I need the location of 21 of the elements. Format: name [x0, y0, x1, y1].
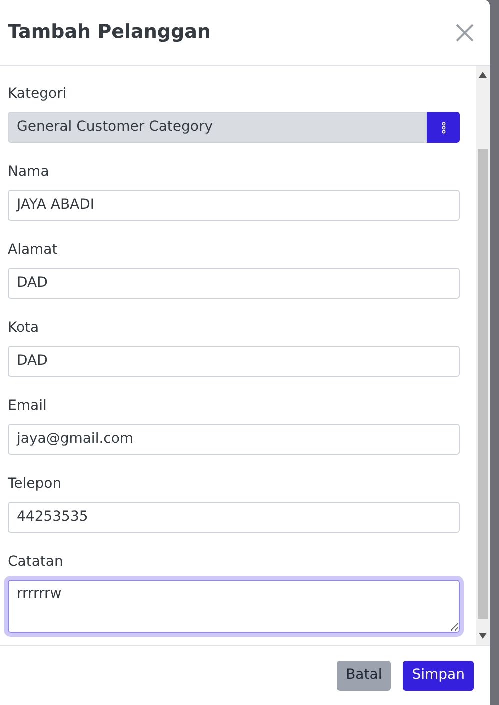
field-label: Alamat: [8, 241, 59, 260]
field-label: Catatan: [8, 553, 64, 572]
input-field[interactable]: DAD: [8, 346, 460, 377]
close-icon[interactable]: [456, 24, 474, 42]
input-field[interactable]: DAD: [8, 268, 460, 299]
options-button[interactable]: [427, 112, 460, 143]
scroll-down-icon[interactable]: [479, 633, 487, 639]
dialog-title: Tambah Pelanggan: [8, 20, 211, 46]
field-label: Kota: [8, 319, 40, 338]
field-label: Nama: [8, 163, 50, 182]
category-field[interactable]: General Customer Category: [8, 112, 427, 143]
input-field[interactable]: JAYA ABADI: [8, 190, 460, 221]
save-button[interactable]: Simpan: [403, 660, 474, 690]
scroll-up-icon[interactable]: [479, 72, 487, 78]
field-label: Kategori: [8, 85, 68, 104]
cancel-button[interactable]: Batal: [337, 660, 392, 690]
input-field[interactable]: jaya@gmail.com: [8, 424, 460, 455]
input-field[interactable]: 44253535: [8, 502, 460, 533]
field-label: Telepon: [8, 475, 63, 494]
field-label: Email: [8, 397, 48, 416]
dots-icon: [442, 122, 446, 134]
